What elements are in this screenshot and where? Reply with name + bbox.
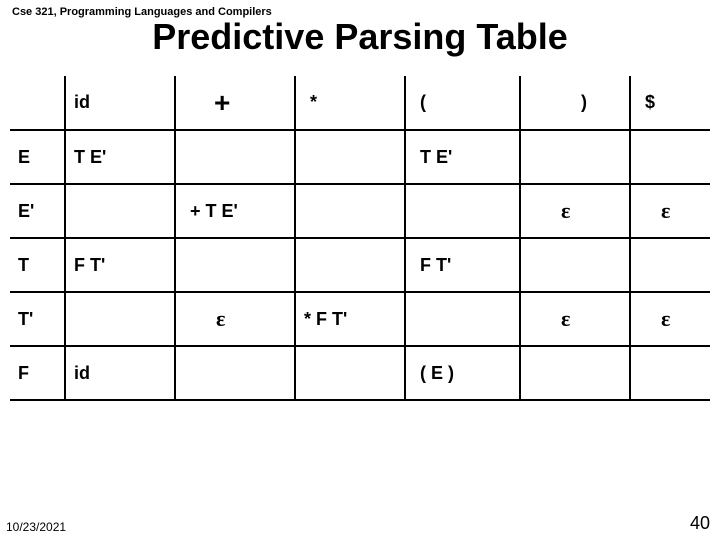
table: id + * ( ) $ E T E' T E' E' + T E'	[10, 76, 710, 401]
cell	[295, 130, 405, 184]
footer-page-number: 40	[690, 513, 710, 534]
col-plus: +	[175, 76, 295, 130]
table-header-row: id + * ( ) $	[10, 76, 710, 130]
col-rparen: )	[520, 76, 630, 130]
cell: + T E'	[175, 184, 295, 238]
footer-date: 10/23/2021	[6, 520, 66, 534]
cell: ε	[520, 184, 630, 238]
row-label-Tprime: T'	[10, 292, 65, 346]
table-row: T F T' F T'	[10, 238, 710, 292]
col-id: id	[65, 76, 175, 130]
col-star: *	[295, 76, 405, 130]
cell: id	[65, 346, 175, 400]
cell	[175, 130, 295, 184]
table-row: T' ε * F T' ε ε	[10, 292, 710, 346]
row-label-T: T	[10, 238, 65, 292]
cell: ε	[630, 292, 710, 346]
cell: ε	[630, 184, 710, 238]
table-row: F id ( E )	[10, 346, 710, 400]
col-blank	[10, 76, 65, 130]
cell: * F T'	[295, 292, 405, 346]
cell	[295, 238, 405, 292]
row-label-F: F	[10, 346, 65, 400]
slide-title: Predictive Parsing Table	[0, 16, 720, 58]
col-lparen: (	[405, 76, 520, 130]
cell	[405, 184, 520, 238]
cell	[175, 238, 295, 292]
row-label-E: E	[10, 130, 65, 184]
cell	[175, 346, 295, 400]
cell: T E'	[65, 130, 175, 184]
cell: ε	[175, 292, 295, 346]
cell	[520, 346, 630, 400]
col-dollar: $	[630, 76, 710, 130]
cell: F T'	[65, 238, 175, 292]
cell	[65, 184, 175, 238]
parsing-table: id + * ( ) $ E T E' T E' E' + T E'	[10, 76, 710, 401]
cell	[520, 238, 630, 292]
cell: F T'	[405, 238, 520, 292]
cell	[630, 130, 710, 184]
cell	[630, 346, 710, 400]
table-row: E T E' T E'	[10, 130, 710, 184]
cell	[520, 130, 630, 184]
row-label-Eprime: E'	[10, 184, 65, 238]
cell	[405, 292, 520, 346]
cell	[295, 184, 405, 238]
cell: T E'	[405, 130, 520, 184]
cell	[65, 292, 175, 346]
cell	[295, 346, 405, 400]
cell: ( E )	[405, 346, 520, 400]
table-row: E' + T E' ε ε	[10, 184, 710, 238]
cell	[630, 238, 710, 292]
cell: ε	[520, 292, 630, 346]
